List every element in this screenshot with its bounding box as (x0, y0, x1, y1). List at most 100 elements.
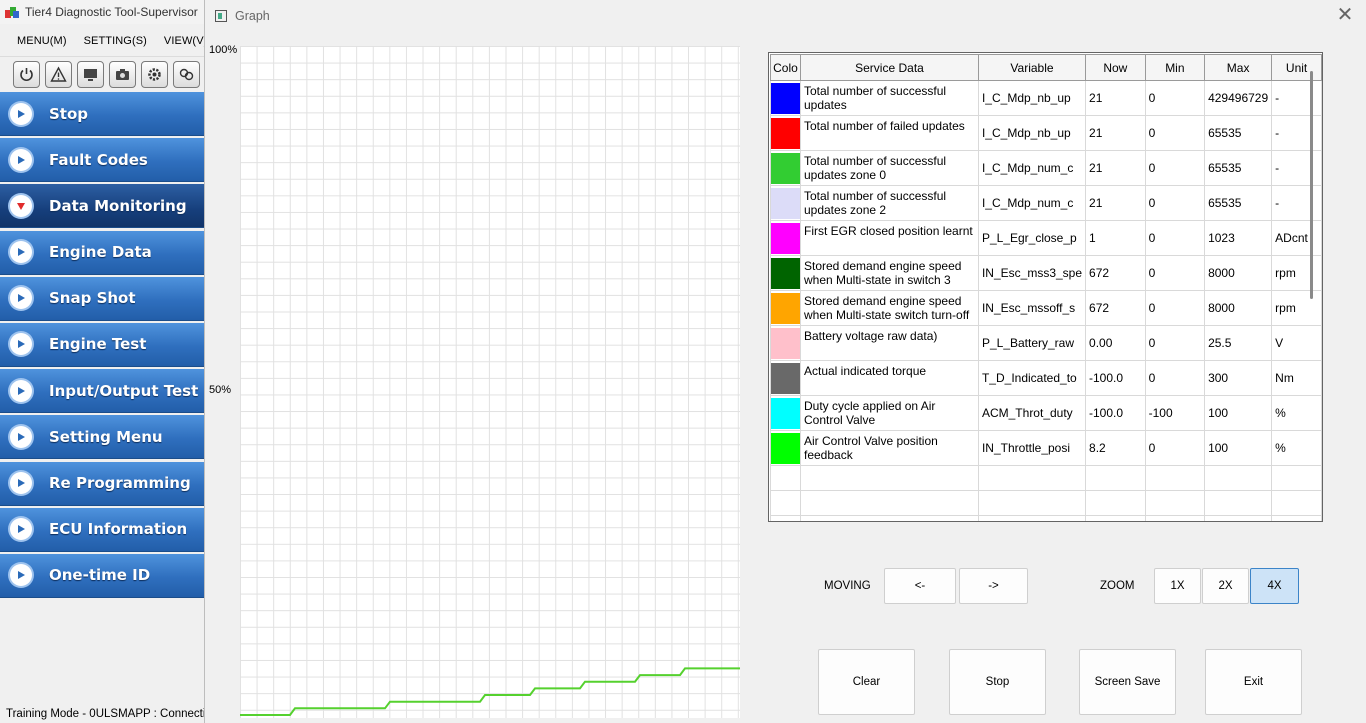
sidebar-item-data-monitoring[interactable]: Data Monitoring (0, 184, 204, 229)
arrow-right-icon (10, 472, 32, 494)
cell-unit: - (1271, 185, 1322, 221)
cell-unit: Nm (1271, 360, 1322, 396)
cell-service: Air Control Valve position feedback (799, 430, 979, 466)
app-title: Tier4 Diagnostic Tool-Supervisor (25, 5, 198, 19)
arrow-down-icon (10, 194, 32, 217)
color-swatch (771, 257, 800, 289)
graph-trace-line (240, 667, 740, 716)
empty-cell (770, 490, 801, 516)
sidebar-item-one-time-id[interactable]: One-time ID (0, 553, 204, 598)
gear-icon[interactable] (141, 60, 168, 88)
cell-max: 8000 (1204, 290, 1273, 326)
zoom-1x-button[interactable]: 1X (1154, 568, 1201, 604)
arrow-right-icon (10, 518, 32, 541)
cell-max: 8000 (1204, 255, 1273, 291)
color-swatch-cell (770, 220, 801, 256)
column-header-unit: Unit (1271, 54, 1322, 81)
cell-variable: ACM_Throt_duty (977, 395, 1087, 431)
move-left-button[interactable]: <- (884, 568, 956, 604)
exit-button[interactable]: Exit (1205, 649, 1302, 715)
sidebar-item-stop[interactable]: Stop (0, 92, 204, 136)
cell-min: 0 (1144, 430, 1206, 466)
table-row[interactable]: First EGR closed position learnt P_L_Egr_… (770, 220, 1322, 256)
table-row-empty (770, 490, 1322, 516)
toolbar (0, 56, 210, 91)
color-swatch-cell (770, 80, 801, 116)
cell-min: 0 (1144, 150, 1206, 186)
cell-service: Total number of successful updates zone … (799, 185, 979, 221)
sidebar-item-label: Snap Shot (49, 289, 136, 308)
clear-button[interactable]: Clear (818, 649, 915, 715)
cell-now: 8.2 (1085, 430, 1146, 466)
cell-service: First EGR closed position learnt (799, 220, 979, 256)
empty-cell (1271, 490, 1322, 516)
sidebar-item-label: One-time ID (49, 566, 151, 585)
color-swatch-cell (770, 430, 801, 466)
cell-min: 0 (1144, 290, 1206, 326)
sidebar-item-engine-test[interactable]: Engine Test (0, 322, 204, 367)
menu-item-menu[interactable]: MENU(M) (17, 35, 67, 47)
table-row-empty (770, 465, 1322, 491)
empty-cell (799, 515, 979, 521)
power-icon[interactable] (13, 60, 40, 88)
sidebar-item-input-output-test[interactable]: Input/Output Test (0, 369, 204, 414)
dialog-title: Graph (235, 9, 270, 23)
color-swatch (771, 117, 800, 149)
table-scrollbar[interactable] (1310, 71, 1313, 299)
arrow-right-icon (10, 333, 32, 356)
warning-icon[interactable] (45, 60, 72, 88)
empty-cell (1085, 465, 1146, 491)
color-swatch (771, 432, 800, 464)
close-icon[interactable]: ✕ (1333, 5, 1357, 27)
zoom-2x-button[interactable]: 2X (1202, 568, 1249, 604)
cell-service: Duty cycle applied on Air Control Valve (799, 395, 979, 431)
cell-max: 65535 (1204, 115, 1273, 151)
table-row[interactable]: Total number of successful updates zone … (770, 150, 1322, 186)
cell-variable: P_L_Battery_raw (977, 325, 1087, 361)
table-row[interactable]: Battery voltage raw data) P_L_Battery_raw… (770, 325, 1322, 361)
table-row[interactable]: Stored demand engine speed when Multi-st… (770, 290, 1322, 326)
moving-label: MOVING (824, 580, 871, 592)
table-row[interactable]: Duty cycle applied on Air Control Valve A… (770, 395, 1322, 431)
color-swatch (771, 362, 800, 394)
table-row[interactable]: Total number of successful updates zone … (770, 185, 1322, 221)
empty-cell (1085, 490, 1146, 516)
menu-item-setting[interactable]: SETTING(S) (84, 35, 147, 47)
sidebar-item-label: Data Monitoring (49, 196, 187, 215)
stop-button[interactable]: Stop (949, 649, 1046, 715)
cell-min: 0 (1144, 360, 1206, 396)
table-row[interactable]: Total number of failed updates I_C_Mdp_nb… (770, 115, 1322, 151)
sidebar-item-engine-data[interactable]: Engine Data (0, 230, 204, 275)
move-right-button[interactable]: -> (959, 568, 1028, 604)
color-swatch-cell (770, 150, 801, 186)
cell-service: Total number of successful updates (799, 80, 979, 116)
sidebar-item-label: Setting Menu (49, 427, 163, 446)
monitor-icon[interactable] (77, 60, 104, 88)
link-icon[interactable] (173, 60, 200, 88)
color-swatch-cell (770, 115, 801, 151)
table-row[interactable]: Stored demand engine speed when Multi-st… (770, 255, 1322, 291)
color-swatch (771, 292, 800, 324)
sidebar-item-ecu-information[interactable]: ECU Information (0, 507, 204, 552)
sidebar-item-setting-menu[interactable]: Setting Menu (0, 415, 204, 460)
menu-item-view[interactable]: VIEW(V) (164, 35, 207, 47)
color-swatch (771, 187, 800, 219)
arrow-right-icon (10, 241, 32, 264)
camera-icon[interactable] (109, 60, 136, 88)
table-row[interactable]: Total number of successful updates I_C_Md… (770, 80, 1322, 116)
cell-max: 25.5 (1204, 325, 1273, 361)
arrow-right-icon (10, 425, 32, 448)
cell-variable: I_C_Mdp_nb_up (977, 80, 1087, 116)
cell-min: 0 (1144, 255, 1206, 291)
arrow-right-icon (10, 148, 32, 171)
cell-unit: - (1271, 80, 1322, 116)
sidebar-item-fault-codes[interactable]: Fault Codes (0, 138, 204, 183)
sidebar-item-re-programming[interactable]: Re Programming (0, 461, 204, 506)
sidebar-item-label: Input/Output Test (49, 381, 199, 400)
table-row[interactable]: Air Control Valve position feedback IN_Th… (770, 430, 1322, 466)
sidebar-item-snap-shot[interactable]: Snap Shot (0, 276, 204, 321)
cell-variable: T_D_Indicated_to (977, 360, 1087, 396)
zoom-4x-button[interactable]: 4X (1250, 568, 1299, 604)
table-row[interactable]: Actual indicated torque T_D_Indicated_to -… (770, 360, 1322, 396)
screen-save-button[interactable]: Screen Save (1079, 649, 1176, 715)
